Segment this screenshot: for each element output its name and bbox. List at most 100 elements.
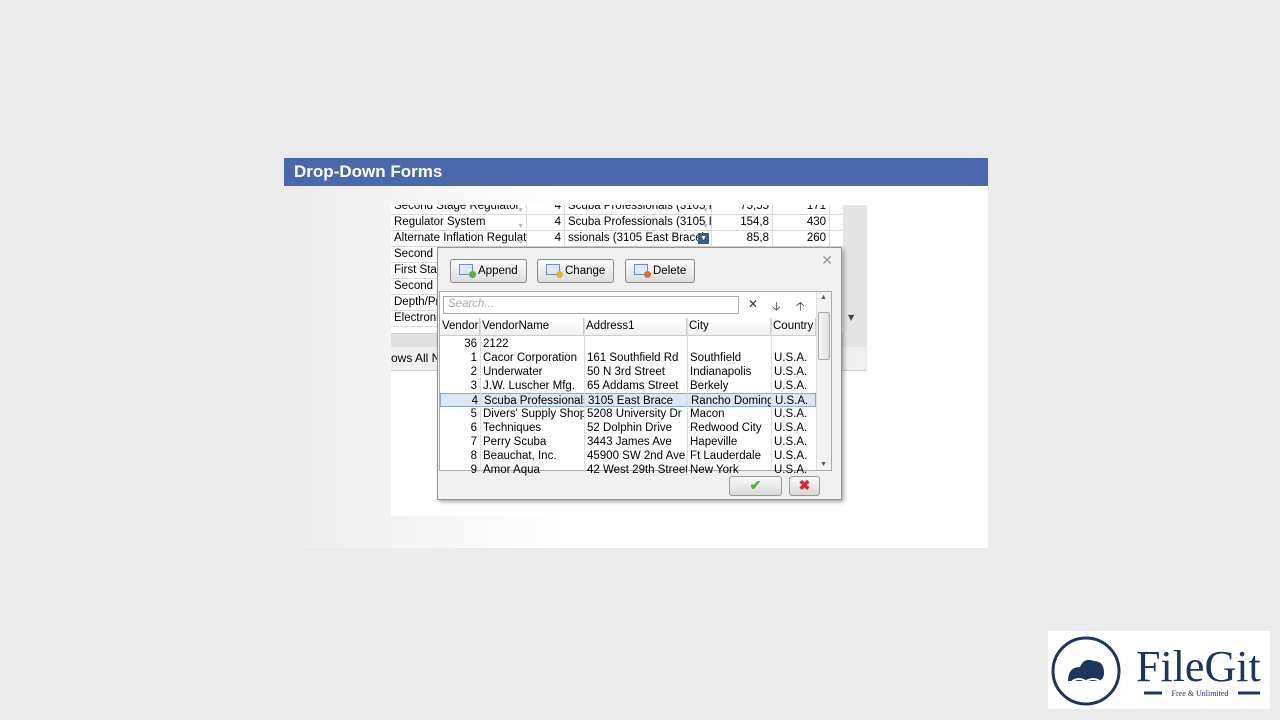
delete-button[interactable]: Delete [625, 259, 696, 283]
vertical-scrollbar[interactable]: ▲ ▼ [816, 292, 831, 470]
vendor-cell: 6 [470, 422, 477, 434]
vendor-cell: 4 [471, 395, 478, 407]
dropdown-arrow-icon[interactable]: ▼ [517, 235, 524, 247]
clear-search-icon[interactable]: ✕ [748, 297, 758, 311]
ok-button[interactable]: ✔ [729, 476, 782, 496]
change-button[interactable]: Change [537, 259, 615, 283]
change-label: Change [565, 265, 606, 277]
vendor-cell: 52 Dolphin Drive [587, 422, 673, 434]
vendor-cell: 5 [470, 408, 477, 420]
grid-cell-total[interactable]: 430 [773, 215, 830, 231]
vendor-row[interactable]: 7 Perry Scuba 3443 James Ave Hapeville U.S.A… [440, 435, 816, 449]
column-header[interactable]: City [687, 318, 771, 336]
cell-text: Scuba Professionals (3105 I [568, 216, 712, 228]
filegit-watermark: FileGit Free & Unlimited [1048, 631, 1270, 709]
filegit-logo: FileGit Free & Unlimited [1051, 636, 1261, 706]
grid-cell-name[interactable]: Second Stage Regulator ▼ [391, 205, 527, 215]
grid-row[interactable]: Alternate Inflation Regulator ▼ 4 ssionals … [391, 231, 843, 247]
vendor-cell: Divers' Supply Shop [483, 408, 584, 420]
vendor-row[interactable]: 5 Divers' Supply Shop 5208 University Dr Ma… [440, 407, 816, 421]
vendor-cell: Perry Scuba [483, 436, 547, 448]
dropdown-arrow-icon[interactable]: ▼ [702, 219, 709, 231]
cell-text: 430 [806, 216, 826, 228]
vendor-row[interactable]: 36 2122 [440, 337, 816, 351]
vendor-cell: U.S.A. [774, 352, 808, 364]
column-header[interactable]: VendorName [480, 318, 584, 336]
vendor-cell: 5208 University Dr [587, 408, 682, 420]
vendor-row[interactable]: 6 Techniques 52 Dolphin Drive Redwood City U… [440, 421, 816, 435]
vendor-row[interactable]: 3 J.W. Luscher Mfg. 65 Addams Street Berkel… [440, 379, 816, 393]
vendor-cell: Redwood City [690, 422, 762, 434]
arrow-up-icon[interactable]: 🡡 [796, 297, 805, 318]
vendor-cell: 50 N 3rd Street [587, 366, 665, 378]
vendor-row[interactable]: 8 Beauchat, Inc. 45900 SW 2nd Ave Ft Lauder… [440, 449, 816, 463]
cell-text: Second Stage Regulator [394, 205, 520, 212]
delete-icon [634, 264, 651, 278]
grid-cell-vendor[interactable]: Scuba Professionals (3105 I ▼ [565, 215, 712, 231]
dropdown-arrow-icon[interactable]: ▼ [702, 205, 709, 215]
grid-cell-vendor[interactable]: Scuba Professionals (3105 I ▼ [565, 205, 712, 215]
grid-cell-price[interactable]: 154,8 [712, 215, 773, 231]
vendor-cell: Amor Aqua [483, 464, 540, 476]
vendor-cell: Underwater [483, 366, 543, 378]
vendor-row[interactable]: 4 Scuba Professionals 3105 East Brace Ranch… [440, 393, 816, 407]
grid-row[interactable]: Second Stage Regulator ▼ 4 Scuba Profession… [391, 205, 843, 215]
vendor-list: Search... ✕ 🡣 🡡 VendorIDVendorNameAddres… [439, 291, 832, 476]
grid-cell-name[interactable]: Alternate Inflation Regulator ▼ [391, 231, 527, 247]
vendor-cell: Hapeville [690, 436, 738, 448]
dropdown-arrow-icon[interactable]: ▼ [698, 233, 709, 244]
grid-cell-vendor[interactable]: ssionals (3105 East Brace) ▼ [565, 231, 712, 247]
grid-cell-price[interactable]: 75,55 [712, 205, 773, 215]
append-icon [459, 264, 476, 278]
vendor-cell: J.W. Luscher Mfg. [483, 380, 576, 392]
cell-text: 85,8 [746, 232, 769, 244]
cell-text: Depth/Pr [394, 296, 440, 308]
vendor-cell: 9 [470, 464, 477, 476]
vendor-cell: New York [690, 464, 739, 476]
vendor-cell: U.S.A. [775, 395, 809, 407]
vendor-cell: U.S.A. [774, 366, 808, 378]
check-icon: ✔ [749, 477, 762, 493]
vendor-cell: 45900 SW 2nd Ave [587, 450, 686, 462]
column-divider [687, 318, 688, 472]
edit-icon [546, 264, 563, 278]
append-button[interactable]: Append [450, 259, 527, 283]
vendor-cell: U.S.A. [774, 408, 808, 420]
vendor-row[interactable]: 2 Underwater 50 N 3rd Street Indianapolis U.… [440, 365, 816, 379]
vendor-cell: Indianapolis [690, 366, 752, 378]
svg-text:Free & Unlimited: Free & Unlimited [1172, 689, 1229, 698]
arrow-down-icon[interactable]: 🡣 [772, 297, 781, 318]
vendor-row[interactable]: 1 Cacor Corporation 161 Southfield Rd South… [440, 351, 816, 365]
column-header[interactable]: Address1 [584, 318, 687, 336]
vendor-cell: 8 [470, 450, 477, 462]
vendor-row[interactable]: 9 Amor Aqua 42 West 29th Street New York U.S… [440, 463, 816, 477]
search-input[interactable]: Search... [443, 296, 739, 314]
grid-cell-price[interactable]: 85,8 [712, 231, 773, 247]
column-header[interactable]: Country [771, 318, 816, 336]
cell-text: 171 [806, 205, 826, 212]
grid-row[interactable]: Regulator System ▼ 4 Scuba Professionals (3… [391, 215, 843, 231]
grid-cell-qty[interactable]: 4 [527, 215, 565, 231]
cell-text: Electroni [394, 312, 439, 324]
grid-cell-qty[interactable]: 4 [527, 231, 565, 247]
cell-text: ssionals (3105 East Brace) [568, 232, 706, 244]
vendor-cell: 2 [470, 366, 477, 378]
slide-title: Drop-Down Forms [284, 158, 988, 186]
vendor-cell: U.S.A. [774, 450, 808, 462]
grid-cell-name[interactable]: Regulator System ▼ [391, 215, 527, 231]
status-text: ows All N [391, 351, 441, 365]
column-divider [480, 318, 481, 472]
grid-cell-total[interactable]: 260 [773, 231, 830, 247]
grid-cell-total[interactable]: 171 [773, 205, 830, 215]
cell-text: 4 [554, 205, 561, 212]
vendor-cell: Ft Lauderdale [690, 450, 761, 462]
grid-cell-qty[interactable]: 4 [527, 205, 565, 215]
column-header[interactable]: VendorID [440, 318, 480, 336]
dropdown-arrow-icon[interactable]: ▼ [517, 205, 524, 215]
dropdown-arrow-icon[interactable]: ▼ [517, 219, 524, 231]
scroll-thumb[interactable] [818, 312, 830, 360]
cancel-button[interactable]: ✖ [789, 476, 820, 496]
vendor-cell: U.S.A. [774, 436, 808, 448]
list-header: VendorIDVendorNameAddress1CityCountry [440, 318, 816, 336]
close-icon[interactable]: ✕ [821, 252, 833, 269]
